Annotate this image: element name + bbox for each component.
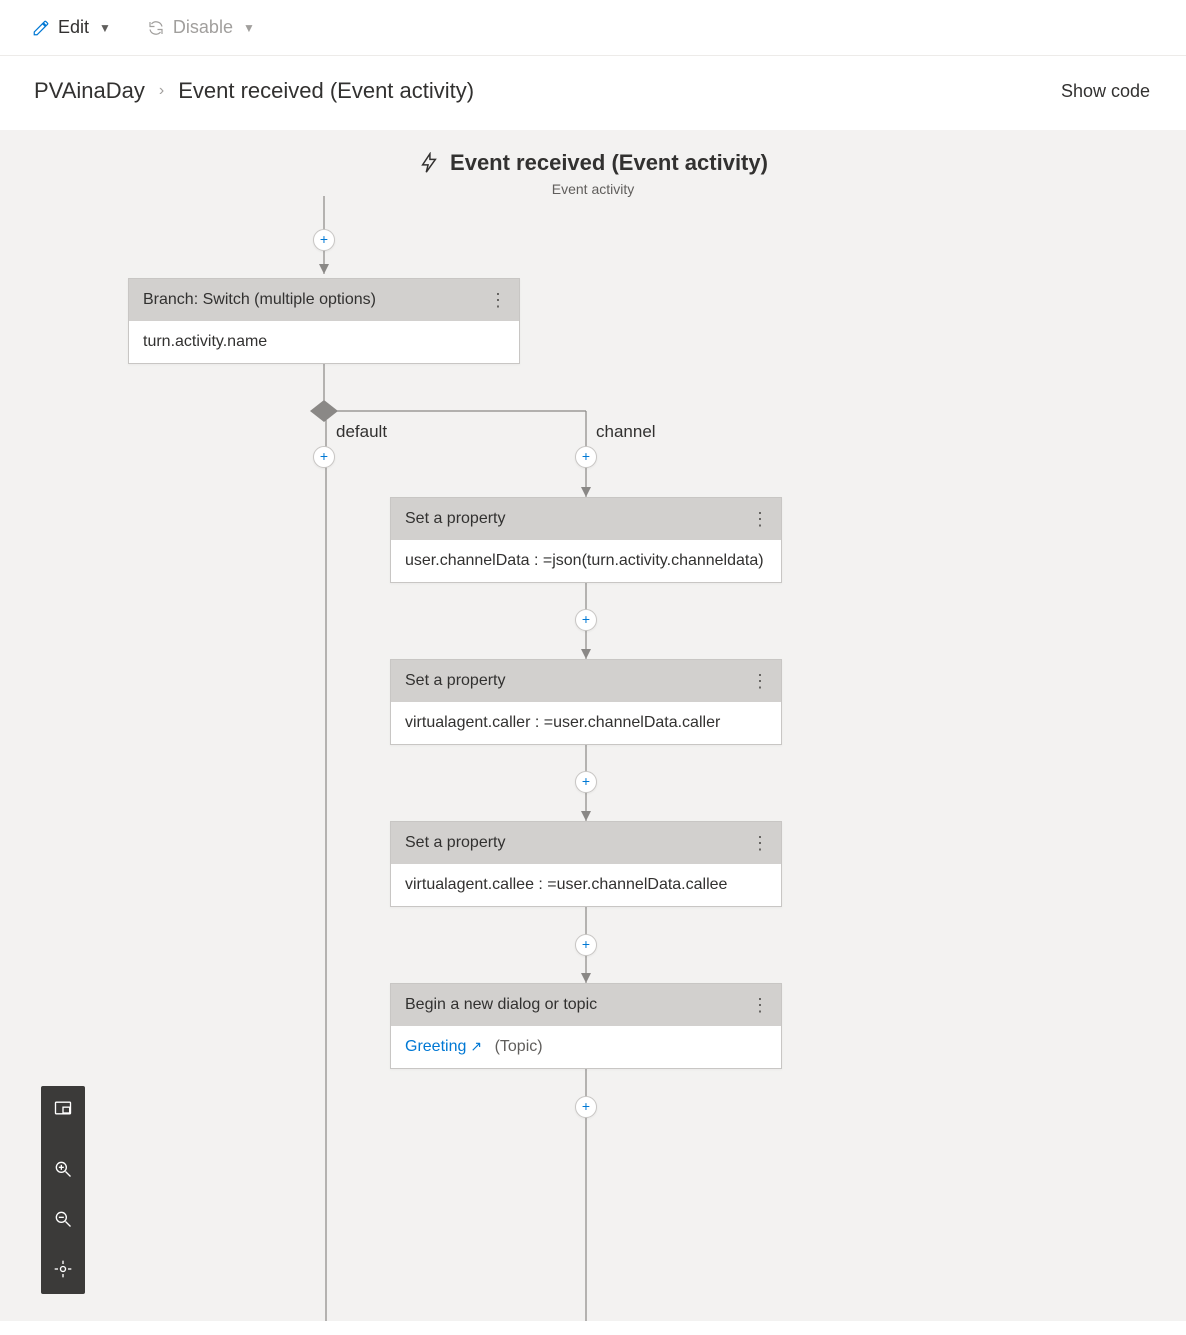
- zoom-in-icon: [53, 1159, 73, 1179]
- add-step-button[interactable]: +: [575, 609, 597, 631]
- node-header: Set a property ⋮: [391, 660, 781, 702]
- node-title: Set a property: [405, 672, 506, 690]
- chevron-right-icon: ›: [159, 82, 164, 100]
- breadcrumb: PVAinaDay › Event received (Event activi…: [34, 78, 474, 104]
- zoom-fit-button[interactable]: [41, 1244, 85, 1294]
- node-begin-dialog[interactable]: Begin a new dialog or topic ⋮ Greeting↗ …: [390, 983, 782, 1069]
- chevron-down-icon: ▼: [243, 21, 255, 35]
- node-body: virtualagent.caller : =user.channelData.…: [391, 702, 781, 744]
- pencil-icon: [32, 19, 50, 37]
- more-icon[interactable]: ⋮: [751, 510, 769, 528]
- minimap-button[interactable]: [41, 1086, 85, 1130]
- node-header: Begin a new dialog or topic ⋮: [391, 984, 781, 1026]
- node-body: Greeting↗ (Topic): [391, 1026, 781, 1068]
- breadcrumb-root[interactable]: PVAinaDay: [34, 78, 145, 104]
- more-icon[interactable]: ⋮: [751, 996, 769, 1014]
- toolbar: Edit ▼ Disable ▼: [0, 0, 1186, 56]
- node-set-property[interactable]: Set a property ⋮ virtualagent.caller : =…: [390, 659, 782, 745]
- locate-icon: [53, 1259, 73, 1279]
- dialog-type: (Topic): [495, 1038, 543, 1055]
- more-icon[interactable]: ⋮: [489, 291, 507, 309]
- node-header: Set a property ⋮: [391, 822, 781, 864]
- disable-button[interactable]: Disable ▼: [147, 17, 255, 38]
- more-icon[interactable]: ⋮: [751, 672, 769, 690]
- node-header: Branch: Switch (multiple options) ⋮: [129, 279, 519, 321]
- node-header: Set a property ⋮: [391, 498, 781, 540]
- chevron-down-icon: ▼: [99, 21, 111, 35]
- add-branch-button[interactable]: +: [313, 446, 335, 468]
- add-branch-button[interactable]: +: [575, 446, 597, 468]
- node-body: user.channelData : =json(turn.activity.c…: [391, 540, 781, 582]
- minimap-icon: [53, 1098, 73, 1118]
- zoom-out-button[interactable]: [41, 1194, 85, 1244]
- open-external-icon: ↗: [470, 1038, 482, 1054]
- refresh-icon: [147, 19, 165, 37]
- add-step-button[interactable]: +: [575, 934, 597, 956]
- add-step-button[interactable]: +: [575, 1096, 597, 1118]
- breadcrumb-leaf: Event received (Event activity): [178, 78, 474, 104]
- zoom-in-button[interactable]: [41, 1144, 85, 1194]
- trigger-title: Event received (Event activity): [450, 150, 768, 176]
- breadcrumb-row: PVAinaDay › Event received (Event activi…: [0, 56, 1186, 130]
- branch-label-channel: channel: [596, 422, 656, 442]
- zoom-out-icon: [53, 1209, 73, 1229]
- lightning-icon: [418, 152, 440, 174]
- node-set-property[interactable]: Set a property ⋮ virtualagent.callee : =…: [390, 821, 782, 907]
- node-title: Branch: Switch (multiple options): [143, 291, 376, 309]
- node-set-property[interactable]: Set a property ⋮ user.channelData : =jso…: [390, 497, 782, 583]
- canvas[interactable]: Event received (Event activity) Event ac…: [0, 130, 1186, 1321]
- node-body: turn.activity.name: [129, 321, 519, 363]
- edit-label: Edit: [58, 17, 89, 38]
- branch-label-default: default: [336, 422, 387, 442]
- more-icon[interactable]: ⋮: [751, 834, 769, 852]
- add-step-button[interactable]: +: [313, 229, 335, 251]
- show-code-button[interactable]: Show code: [1061, 81, 1150, 102]
- dialog-link[interactable]: Greeting: [405, 1038, 466, 1055]
- node-title: Begin a new dialog or topic: [405, 996, 597, 1014]
- node-title: Set a property: [405, 510, 506, 528]
- add-step-button[interactable]: +: [575, 771, 597, 793]
- trigger-subtitle: Event activity: [0, 181, 1186, 197]
- zoom-controls: [41, 1086, 85, 1294]
- trigger-header: Event received (Event activity) Event ac…: [0, 150, 1186, 197]
- node-body: virtualagent.callee : =user.channelData.…: [391, 864, 781, 906]
- node-title: Set a property: [405, 834, 506, 852]
- disable-label: Disable: [173, 17, 233, 38]
- node-branch-switch[interactable]: Branch: Switch (multiple options) ⋮ turn…: [128, 278, 520, 364]
- edit-button[interactable]: Edit ▼: [32, 17, 111, 38]
